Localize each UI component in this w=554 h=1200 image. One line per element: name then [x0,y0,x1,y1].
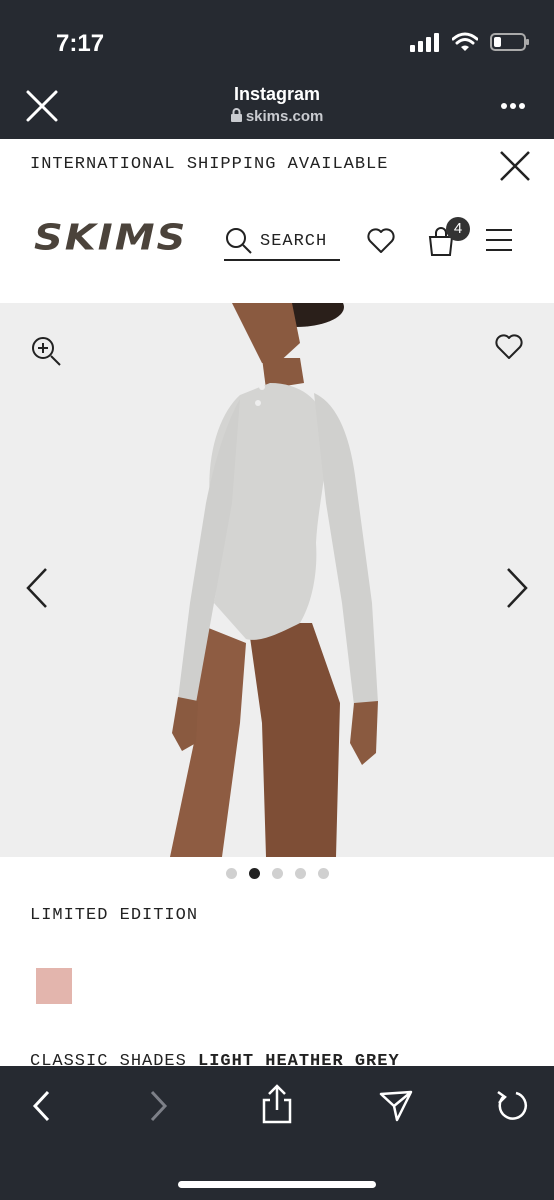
wifi-icon [452,32,478,51]
in-app-browser-header: Instagram skims.com [0,80,554,139]
favorite-heart-icon[interactable] [494,333,524,361]
lock-icon [230,108,242,122]
product-image[interactable] [0,303,554,857]
back-arrow-icon[interactable] [30,1088,54,1124]
battery-icon [490,33,529,51]
color-swatch[interactable] [36,968,72,1004]
home-indicator [178,1181,376,1188]
status-time: 7:17 [56,30,105,57]
edition-label: LIMITED EDITION [30,906,199,925]
search-label: SEARCH [260,231,328,251]
carousel-dot[interactable] [225,868,237,879]
close-promo-icon[interactable] [498,149,532,183]
status-icons [410,32,530,52]
cart-count-badge: 4 [446,217,470,241]
site-header: SKIMS SEARCH 4 [0,193,554,303]
carousel-dot[interactable] [271,868,283,879]
browser-url: skims.com [0,108,554,125]
hamburger-menu-icon[interactable] [486,229,512,259]
search-button[interactable]: SEARCH [224,223,340,261]
carousel-dots [0,868,554,879]
status-bar: 7:17 [0,0,554,80]
model-illustration [170,303,378,857]
carousel-dot[interactable] [317,868,329,879]
share-icon[interactable] [260,1084,294,1124]
next-image-arrow-icon[interactable] [504,567,530,609]
promo-text: INTERNATIONAL SHIPPING AVAILABLE [30,155,389,174]
carousel-dot[interactable] [248,868,260,879]
skims-logo[interactable]: SKIMS [34,217,187,258]
browser-url-text: skims.com [245,108,324,125]
wishlist-heart-icon[interactable] [366,227,396,255]
carousel-dot[interactable] [294,868,306,879]
more-options-icon[interactable] [500,102,526,110]
signal-icon [410,33,439,52]
reload-icon[interactable] [494,1088,530,1124]
forward-arrow-icon[interactable] [146,1088,170,1124]
search-icon [226,228,252,254]
zoom-in-icon[interactable] [30,335,62,367]
previous-image-arrow-icon[interactable] [24,567,50,609]
browser-title: Instagram [233,84,321,104]
promo-banner: INTERNATIONAL SHIPPING AVAILABLE [0,139,554,194]
send-icon[interactable] [378,1088,414,1124]
browser-toolbar [0,1066,554,1200]
